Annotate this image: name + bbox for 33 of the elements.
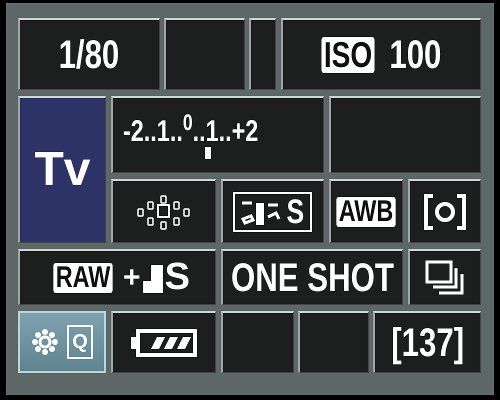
image-size-label: S bbox=[164, 255, 190, 300]
setting-cell[interactable]: S bbox=[220, 179, 324, 243]
setting-cell[interactable]: -2..1..$^{0}$..1..+2 bbox=[110, 96, 324, 173]
setting-cell[interactable]: 1/80 bbox=[18, 18, 160, 90]
setting-cell[interactable]: Tv bbox=[18, 96, 106, 243]
image-size-icon bbox=[142, 262, 163, 292]
empty-cell bbox=[298, 311, 368, 373]
plus-sign: + bbox=[123, 260, 141, 296]
setting-cell[interactable]: RAW + S bbox=[18, 249, 216, 305]
dial-icon bbox=[31, 328, 60, 356]
setting-cell[interactable] bbox=[408, 249, 480, 305]
picture-style-label: S bbox=[286, 194, 305, 228]
battery-icon bbox=[130, 328, 197, 356]
iso-value: 100 bbox=[388, 34, 442, 74]
setting-cell[interactable]: ISO 100 bbox=[280, 18, 480, 90]
awb-badge: AWB bbox=[336, 196, 396, 226]
setting-value: 1/80 bbox=[58, 34, 120, 74]
exposure-indicator-icon bbox=[204, 147, 210, 159]
setting-cell[interactable]: ONE SHOT bbox=[220, 249, 403, 305]
setting-cell[interactable] bbox=[110, 179, 216, 243]
setting-cell[interactable] bbox=[110, 311, 216, 373]
quick-label: Q bbox=[67, 325, 93, 359]
setting-cell[interactable] bbox=[408, 179, 480, 243]
empty-cell bbox=[249, 18, 276, 90]
setting-value: [137] bbox=[390, 322, 464, 362]
setting-cell[interactable]: [137] bbox=[373, 311, 480, 373]
iso-badge: ISO bbox=[321, 36, 374, 72]
raw-badge: RAW bbox=[53, 262, 113, 292]
setting-cell[interactable]: AWB bbox=[328, 179, 403, 243]
metering-icon bbox=[422, 192, 466, 230]
setting-value: ONE SHOT bbox=[230, 258, 394, 298]
drive-mode-icon bbox=[424, 260, 464, 296]
shooting-mode: Tv bbox=[34, 142, 90, 198]
